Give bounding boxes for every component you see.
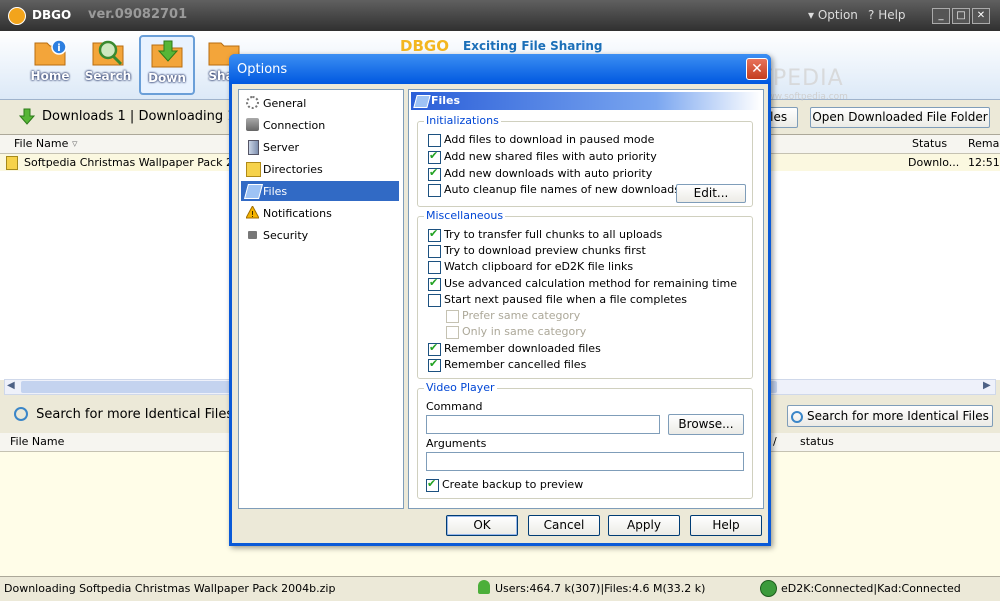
dialog-close-icon[interactable]: ✕ [746,58,768,80]
arguments-input[interactable] [426,452,744,471]
ok-button[interactable]: OK [446,515,518,536]
connection-status: eD2K:Connected|Kad:Connected [781,582,961,595]
magnifier-icon [791,411,804,423]
home-button[interactable]: i Home [24,35,76,91]
dialog-title: Options [237,62,288,77]
open-folder-button[interactable]: Open Downloaded File Folder [810,107,990,128]
lock-icon [248,231,257,239]
cancel-button[interactable]: Cancel [528,515,600,536]
server-icon [248,140,259,155]
search-identical-right-button[interactable]: Search for more Identical Files [787,405,993,427]
col-remaining[interactable]: Rema [968,137,999,150]
svg-text:i: i [57,43,60,54]
search-folder-icon [92,40,124,66]
svg-text:!: ! [251,210,254,219]
nav-files[interactable]: Files [241,181,399,201]
browse-button[interactable]: Browse... [668,414,744,435]
initializations-group: Initializations Add files to download in… [417,114,753,207]
maximize-button[interactable]: □ [952,8,970,24]
home-folder-icon: i [34,39,67,66]
miscellaneous-group: Miscellaneous Try to transfer full chunk… [417,209,753,379]
search-identical-left[interactable]: Search for more Identical Files [14,407,233,422]
users-icon [478,580,490,594]
col-status[interactable]: Status [912,137,947,150]
zip-file-icon [6,156,18,170]
nav-security[interactable]: Security [241,225,399,245]
nav-notifications[interactable]: ! Notifications [241,203,399,223]
scroll-left-icon[interactable]: ◀ [7,380,15,391]
close-button[interactable]: ✕ [972,8,990,24]
status-message: Downloading Softpedia Christmas Wallpape… [4,582,336,595]
network-globe-icon [760,580,777,597]
edit-button[interactable]: Edit... [676,184,746,203]
col-file-name[interactable]: File Name [10,435,64,448]
warning-icon: ! [246,206,259,219]
col-separator: / [773,435,777,448]
panel-header: Files [411,92,761,110]
app-logo-icon [8,7,26,25]
sort-indicator-icon: ▿ [72,137,78,150]
video-player-group: Video Player Command Browse... Arguments… [417,381,753,499]
options-dialog: Options ✕ General Connection Server Dire… [229,54,771,546]
apply-button[interactable]: Apply [608,515,680,536]
dialog-body: General Connection Server Directories Fi… [232,84,768,543]
status-bar: Downloading Softpedia Christmas Wallpape… [0,576,1000,601]
download-folder-icon [151,40,183,68]
brand-logo: DBGO [400,37,449,55]
nav-directories[interactable]: Directories [241,159,399,179]
nav-connection[interactable]: Connection [241,115,399,135]
app-version: ver.09082701 [88,7,188,22]
watermark-url: www.softpedia.com [760,92,848,102]
app-name: DBGO [32,8,72,22]
arguments-label: Arguments [426,437,487,450]
minimize-button[interactable]: _ [932,8,950,24]
files-icon [413,95,431,108]
help-menu[interactable]: ? Help [868,8,906,22]
option-menu[interactable]: ▾ Option [808,8,858,22]
help-button[interactable]: Help [690,515,762,536]
options-nav: General Connection Server Directories Fi… [238,89,404,509]
magnifier-icon [14,407,28,421]
dialog-title-bar[interactable]: Options ✕ [229,54,771,84]
down-button[interactable]: Down [139,35,195,95]
col-file-name[interactable]: File Name [14,137,68,150]
nav-general[interactable]: General [241,93,399,113]
brand-tagline: Exciting File Sharing [463,39,603,53]
files-options-panel: Files Initializations Add files to downl… [408,89,764,509]
command-label: Command [426,400,483,413]
search-button[interactable]: Search [82,35,134,91]
command-input[interactable] [426,415,660,434]
files-icon [243,184,264,199]
gear-icon [246,96,259,109]
users-files-count: Users:464.7 k(307)|Files:4.6 M(33.2 k) [495,582,706,595]
download-arrow-icon [18,108,36,125]
plug-icon [246,118,259,131]
nav-server[interactable]: Server [241,137,399,157]
main-title-bar: DBGO ver.09082701 ▾ Option ? Help _ □ ✕ [0,0,1000,31]
scroll-right-icon[interactable]: ▶ [983,380,991,391]
col-status[interactable]: status [800,435,834,448]
folder-icon [246,162,261,177]
